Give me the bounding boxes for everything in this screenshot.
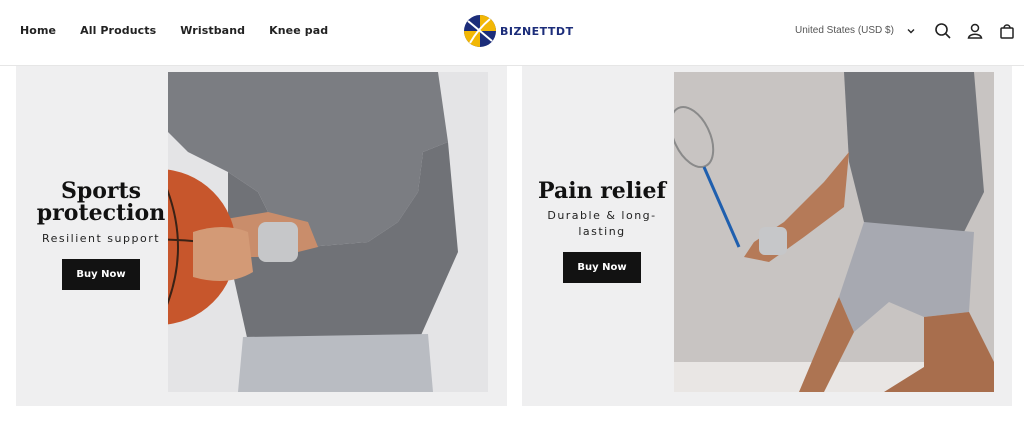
- nav-home[interactable]: Home: [20, 24, 56, 37]
- cart-icon[interactable]: [998, 22, 1016, 40]
- site-header: Home All Products Wristband Knee pad BIZ…: [0, 0, 1024, 66]
- logo-text: BIZNETTDT: [500, 24, 574, 38]
- banner-headline: Sports protection: [26, 180, 176, 225]
- locale-selector[interactable]: United States (USD $): [795, 25, 916, 36]
- header-icons: [934, 22, 1016, 40]
- banner-subtitle: Durable & long-lasting: [547, 209, 657, 239]
- basketball-player-image: [168, 72, 488, 392]
- banner-pain-relief: Pain relief Durable & long-lasting Buy N…: [522, 66, 1012, 406]
- logo-ball-icon: [464, 15, 496, 47]
- banner-text: Pain relief Durable & long-lasting Buy N…: [532, 178, 672, 284]
- nav-wristband[interactable]: Wristband: [180, 24, 245, 37]
- buy-now-button[interactable]: Buy Now: [563, 252, 641, 284]
- banner-sports-protection: Sports protection Resilient support Buy …: [16, 66, 507, 406]
- account-icon[interactable]: [966, 22, 984, 40]
- chevron-down-icon: [907, 28, 915, 33]
- nav-all-products[interactable]: All Products: [80, 24, 156, 37]
- locale-label: United States (USD $): [795, 25, 894, 36]
- headline-line: protection: [36, 200, 166, 227]
- buy-now-button[interactable]: Buy Now: [62, 258, 140, 290]
- banner-headline: Pain relief: [538, 178, 666, 204]
- banner-text: Sports protection Resilient support Buy …: [26, 180, 176, 290]
- nav-knee-pad[interactable]: Knee pad: [269, 24, 328, 37]
- badminton-player-image: [674, 72, 994, 392]
- banner-subtitle: Resilient support: [41, 231, 161, 245]
- main-nav: Home All Products Wristband Knee pad: [20, 24, 328, 37]
- headline-line: Sports: [60, 178, 142, 204]
- product-photo: [674, 72, 994, 392]
- search-icon[interactable]: [934, 22, 952, 40]
- product-photo: [168, 72, 488, 392]
- brand-logo[interactable]: BIZNETTDT: [462, 13, 574, 49]
